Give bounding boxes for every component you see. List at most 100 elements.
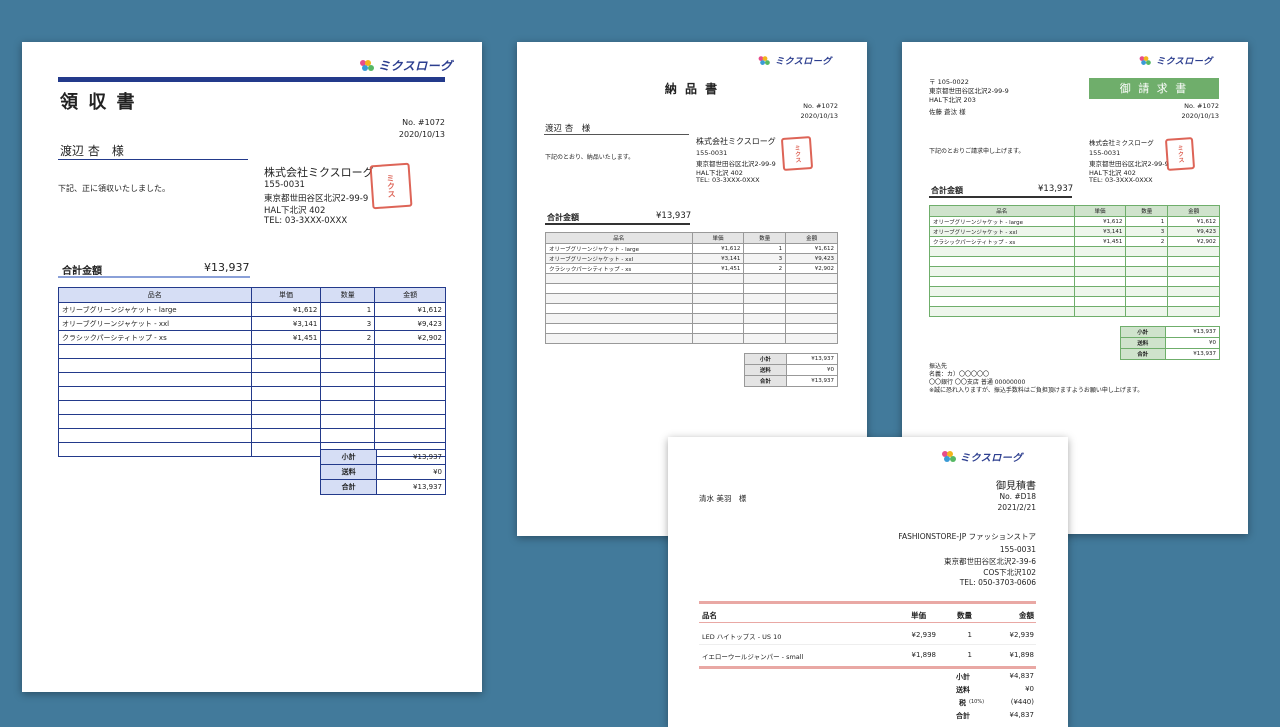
row-amount: ¥2,902: [1167, 236, 1220, 247]
row-unit-price: ¥1,612: [691, 243, 745, 254]
row-amount: [785, 323, 838, 334]
table-body: オリーブグリーンジャケット - large ¥1,612 1 ¥1,612 オリーブグリ…: [545, 243, 838, 344]
row-item: クラシックパーシティトップ - xs: [58, 330, 252, 345]
row-item: [545, 283, 693, 294]
row-unit-price: ¥3,141: [250, 316, 322, 331]
row-qty: [1125, 286, 1169, 297]
col-item: 品名: [545, 232, 693, 244]
row-unit-price: ¥3,141: [1073, 226, 1127, 237]
col-amount: 金額: [1019, 611, 1034, 620]
row-amount: ¥1,898: [1009, 651, 1035, 659]
row-unit-price: [250, 344, 322, 359]
row-amount: [1167, 246, 1220, 257]
row-qty: [1125, 306, 1169, 317]
row-amount: [374, 428, 446, 443]
document-date: 2020/10/13: [800, 112, 838, 120]
col-amount: 金額: [785, 232, 838, 244]
logo-text: ミクスローグ: [775, 57, 832, 67]
row-unit-price: ¥1,451: [1073, 236, 1127, 247]
row-item: [929, 296, 1075, 307]
brand-logo: ミクスローグ: [757, 54, 832, 67]
items-table: 品名 単価 数量 金額 オリーブグリーンジャケット - large ¥1,612 1…: [545, 232, 838, 344]
row-unit-price: [1073, 256, 1127, 267]
issuer-company: 株式会社ミクスローグ: [1089, 139, 1154, 147]
row-amount: [1167, 266, 1220, 277]
receipt-document: ミクスローグ 領 収 書 No. #1072 2020/10/13 渡辺 杏 様…: [22, 42, 482, 692]
row-item: オリーブグリーンジャケット - xxl: [545, 253, 693, 264]
summary-tax-rate: (10%): [969, 699, 985, 705]
row-item: [58, 400, 252, 415]
row-item: LED ハイトップス - US 10: [702, 633, 782, 641]
table-row: オリーブグリーンジャケット - large ¥1,612 1 ¥1,612: [58, 302, 446, 317]
summary-table: 小計 ¥13,937 送料 ¥0 合計 ¥13,937: [744, 353, 839, 387]
summary-tax: 税 (10%) (¥440): [918, 696, 1036, 709]
summary-row: 小計 ¥13,937: [744, 353, 839, 365]
table-row: [545, 333, 838, 344]
summary-value: ¥0: [785, 364, 839, 376]
document-number: No. #1072: [1184, 102, 1219, 110]
logo-mark-icon: [1139, 55, 1153, 66]
row-item: [545, 303, 693, 314]
table-top-rule: [699, 601, 1036, 604]
row-item: [545, 313, 693, 324]
row-qty: [320, 344, 376, 359]
row-amount: [785, 303, 838, 314]
row-item: オリーブグリーンジャケット - large: [545, 243, 693, 254]
summary-value: (¥440): [1010, 698, 1034, 706]
summary-label: 税: [959, 699, 966, 707]
row-amount: [374, 344, 446, 359]
total-value: ¥13,937: [204, 261, 250, 274]
row-qty: [743, 323, 787, 334]
issuer-zip: 155-0031: [999, 545, 1036, 554]
row-item: オリーブグリーンジャケット - xxl: [58, 316, 252, 331]
row-qty: [743, 303, 787, 314]
row-amount: ¥2,902: [785, 263, 838, 274]
row-qty: [320, 400, 376, 415]
summary-value: ¥13,937: [1164, 348, 1221, 360]
table-row: オリーブグリーンジャケット - large ¥1,612 1 ¥1,612: [929, 216, 1220, 227]
row-unit-price: [250, 442, 322, 457]
row-unit-price: ¥1,898: [911, 651, 937, 659]
row-unit-price: [691, 313, 745, 324]
table-row: [545, 313, 838, 324]
row-qty: [743, 283, 787, 294]
summary-value: ¥0: [376, 464, 446, 480]
row-unit-price: [691, 293, 745, 304]
total-underline: [58, 276, 250, 278]
issuer-tel: TEL: 050-3703-0606: [959, 578, 1036, 587]
row-qty: 1: [743, 243, 787, 254]
row-amount: ¥1,612: [1167, 216, 1220, 227]
row-unit-price: [1073, 266, 1127, 277]
row-amount: [374, 414, 446, 429]
col-qty: 数量: [743, 232, 787, 244]
total-label: 合計金額: [931, 186, 963, 195]
document-title: 御 請 求 書: [1089, 78, 1219, 99]
col-amount: 金額: [374, 287, 446, 303]
row-item: クラシックパーシティトップ - xs: [545, 263, 693, 274]
summary-row: 送料 ¥0: [1120, 337, 1221, 349]
issuer-company: 株式会社ミクスローグ: [696, 137, 776, 146]
row-unit-price: [691, 273, 745, 284]
invoice-message: 下記のとおりご請求申し上げます。: [929, 148, 1025, 155]
col-unit-price: 単価: [1073, 205, 1127, 217]
summary-row: 合計 ¥13,937: [319, 479, 446, 495]
company-seal-stamp: ミクス: [780, 135, 814, 172]
table-row: [545, 273, 838, 284]
summary-value: ¥0: [1164, 337, 1221, 349]
summary-label: 小計: [319, 449, 378, 465]
row-item: [58, 428, 252, 443]
table-header-row: 品名 単価 数量 金額: [58, 287, 446, 303]
row-unit-price: ¥1,451: [250, 330, 322, 345]
summary-label: 小計: [1120, 326, 1166, 338]
summary-label: 送料: [319, 464, 378, 480]
total-value: ¥13,937: [1038, 184, 1074, 194]
row-unit-price: ¥1,612: [1073, 216, 1127, 227]
customer-underline: [544, 134, 689, 135]
table-row: [929, 306, 1220, 317]
quote-summary: 小計 ¥4,837 送料 ¥0 税 (10%) (¥440) 合計 ¥4,837: [918, 670, 1036, 722]
summary-value: ¥0: [1025, 685, 1034, 693]
row-item: イエローウールジャンパー - small: [702, 653, 804, 661]
issuer-tel: TEL: 03-3XXX-0XXX: [696, 176, 760, 184]
table-row: [58, 428, 446, 443]
row-item: [929, 256, 1075, 267]
